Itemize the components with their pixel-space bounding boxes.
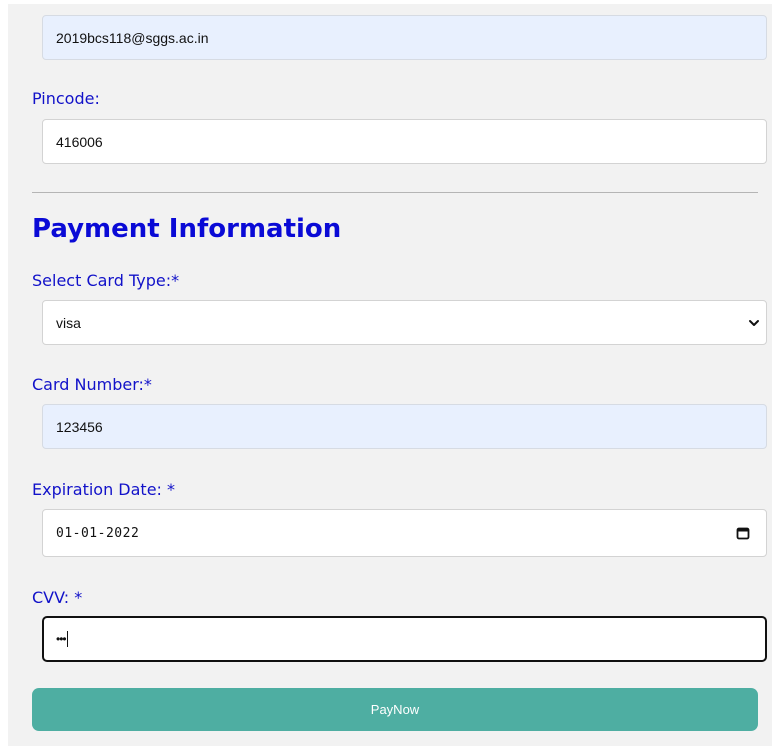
payment-information-heading: Payment Information	[32, 214, 342, 244]
pincode-label: Pincode:	[32, 89, 100, 108]
expiration-date-field[interactable]: 01-01-2022	[42, 509, 767, 557]
expiration-date-label: Expiration Date: *	[32, 480, 176, 499]
card-number-value: 123456	[56, 418, 103, 435]
card-number-field[interactable]: 123456	[42, 404, 767, 449]
chevron-down-icon[interactable]	[748, 317, 760, 329]
text-caret	[66, 631, 68, 647]
email-value: 2019bcs118@sggs.ac.in	[56, 29, 209, 46]
card-type-label: Select Card Type:*	[32, 271, 180, 290]
email-field[interactable]: 2019bcs118@sggs.ac.in	[42, 15, 767, 60]
pincode-value: 416006	[56, 133, 103, 150]
card-type-select[interactable]: visa	[42, 300, 767, 345]
expiration-date-value: 01-01-2022	[56, 525, 140, 541]
cvv-field[interactable]: •••	[42, 616, 767, 662]
cvv-masked-value: •••	[56, 632, 67, 646]
card-number-label: Card Number:*	[32, 375, 152, 394]
pincode-field[interactable]: 416006	[42, 119, 767, 164]
card-type-selected-value: visa	[56, 314, 81, 331]
pay-now-button[interactable]: PayNow	[32, 688, 758, 731]
cvv-label: CVV: *	[32, 588, 83, 607]
section-divider	[32, 192, 758, 193]
calendar-icon[interactable]	[736, 526, 750, 540]
